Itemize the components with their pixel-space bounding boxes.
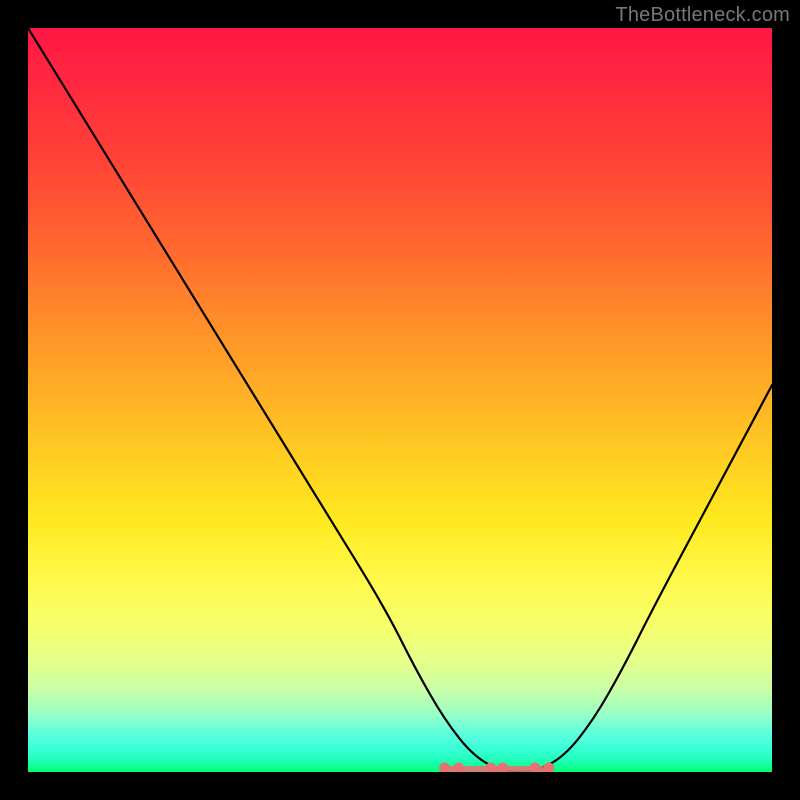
plot-area [28,28,772,772]
chart-stage: TheBottleneck.com [0,0,800,800]
curve-layer [28,28,772,772]
bottom-marker-layer [439,763,554,773]
min-dot [543,763,554,773]
min-dot [497,763,508,773]
min-dot [529,763,540,773]
curve-svg [28,28,772,772]
min-dot [439,763,450,773]
bottleneck-curve [28,28,772,772]
watermark-text: TheBottleneck.com [615,4,790,27]
min-dot [453,763,464,773]
